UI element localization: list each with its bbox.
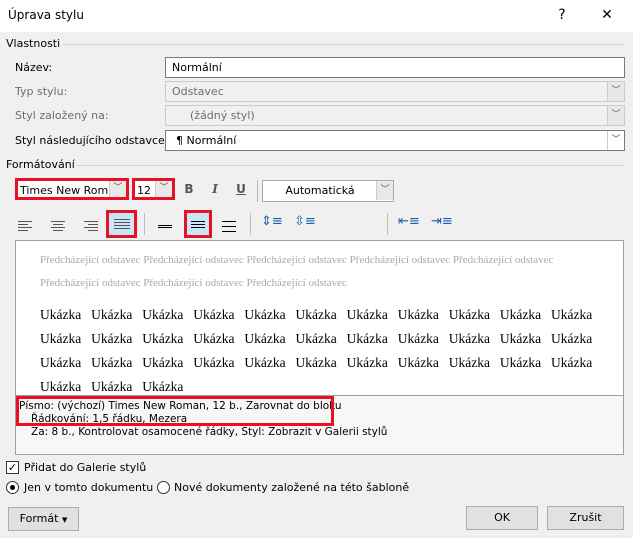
help-button[interactable]: ? [547,4,577,26]
preview-sample-text: Ukázka Ukázka Ukázka Ukázka Ukázka Ukázk… [40,307,593,394]
name-label: Název: [15,61,53,74]
only-document-label: Jen v tomto dokumentu [24,481,154,494]
style-type-value: Odstavec [172,85,224,98]
divider [387,213,388,235]
divider [144,213,145,235]
preview-previous-paragraph: Předcházející odstavec Předcházející ods… [40,254,554,266]
next-style-label: Styl následujícího odstavce: [15,134,169,147]
size-value: 12 [137,184,151,197]
bold-button[interactable]: B [180,182,198,200]
based-on-select[interactable]: (žádný styl) ﹀ [165,105,625,126]
preview-previous-paragraph: Předcházející odstavec Předcházející ods… [40,277,347,289]
formatting-group-label: Formátování [6,158,75,171]
italic-button[interactable]: I [206,182,224,200]
font-select[interactable]: Times New Roman ﹀ [15,178,129,200]
add-gallery-checkbox[interactable]: ✓ [6,461,19,474]
size-select[interactable]: 12 ﹀ [132,178,175,200]
justify-button[interactable] [106,210,137,238]
highlight-box [16,396,334,426]
chevron-down-icon: ﹀ [607,131,624,150]
style-type-select[interactable]: Odstavec ﹀ [165,81,625,102]
font-value: Times New Roman [20,184,122,197]
properties-group-label: Vlastnosti [6,37,61,50]
new-documents-label: Nové dokumenty založené na této šabloně [174,481,410,494]
align-right-button[interactable] [80,216,102,236]
title-bar: Úprava stylu ? ✕ [0,0,633,32]
divider [76,165,624,166]
increase-paragraph-spacing-icon[interactable]: ⇕≡ [261,214,283,229]
add-gallery-label: Přidat do Galerie stylů [24,461,147,474]
chevron-down-icon: ﹀ [109,181,126,197]
caret-down-icon: ▼ [61,516,68,524]
chevron-down-icon: ﹀ [376,181,393,200]
style-preview: Předcházející odstavec Předcházející ods… [15,240,624,396]
underline-button[interactable]: U [232,182,250,200]
window-title: Úprava stylu [8,8,84,22]
based-on-value: (žádný styl) [190,109,255,122]
description-line: Za: 8 b., Kontrolovat osamocené řádky, S… [31,426,388,438]
ok-button[interactable]: OK [466,506,538,530]
type-label: Typ stylu: [15,85,68,98]
color-value: Automatická [285,184,355,197]
divider [62,44,624,45]
cancel-button[interactable]: Zrušit [547,506,624,530]
format-button[interactable]: Formát ▼ [8,507,79,531]
color-select[interactable]: Automatická ﹀ [262,180,394,202]
divider [257,180,258,202]
next-style-select[interactable]: ¶ Normální ﹀ [165,130,625,151]
style-description: Písmo: (výchozí) Times New Roman, 12 b.,… [15,396,624,455]
one-half-spacing-button[interactable] [184,210,212,238]
only-document-radio[interactable] [6,481,19,494]
double-spacing-button[interactable] [218,216,240,236]
close-button[interactable]: ✕ [592,4,622,26]
divider [250,213,251,235]
based-on-label: Styl založený na: [15,109,109,122]
decrease-indent-icon[interactable]: ⇤≡ [398,214,420,229]
new-documents-radio[interactable] [157,481,170,494]
increase-indent-icon[interactable]: ⇥≡ [431,214,453,229]
align-center-button[interactable] [47,216,69,236]
name-input[interactable]: Normální [165,57,625,78]
single-spacing-button[interactable] [154,216,176,236]
format-label: Formát [19,512,59,525]
chevron-down-icon: ﹀ [607,106,624,125]
align-left-button[interactable] [14,216,36,236]
decrease-paragraph-spacing-icon[interactable]: ⇳≡ [294,214,316,229]
chevron-down-icon: ﹀ [155,181,172,197]
chevron-down-icon: ﹀ [607,82,624,101]
next-style-value: ¶ Normální [176,134,237,147]
